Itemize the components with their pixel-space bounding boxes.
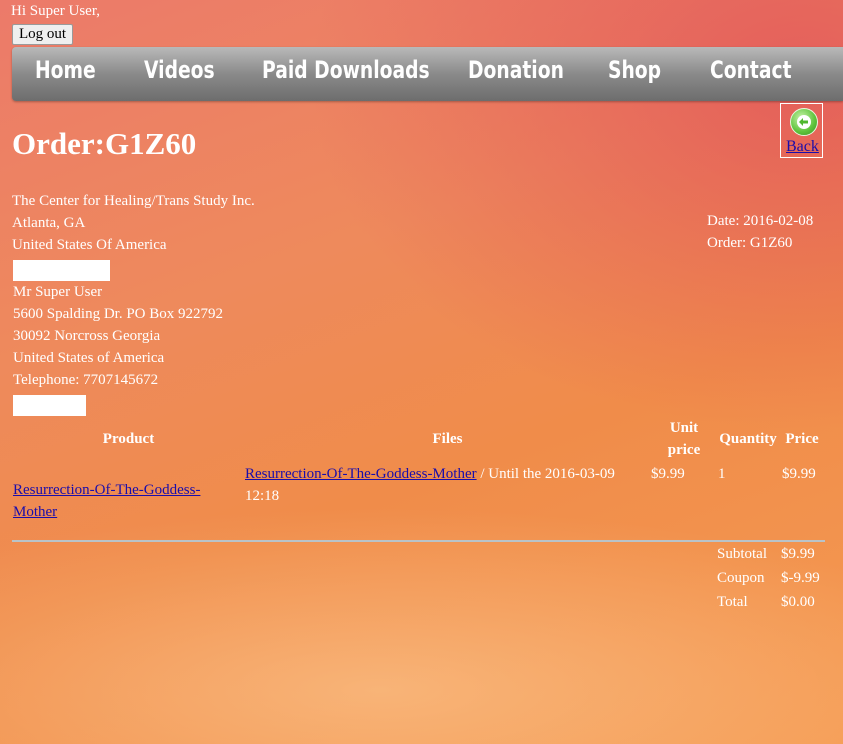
blank-field (13, 260, 110, 281)
page-title: Order:G1Z60 (12, 126, 197, 161)
buyer-city: 30092 Norcross Georgia (13, 328, 161, 344)
product-link-line1[interactable]: Resurrection-Of-The-Goddess- (13, 482, 200, 499)
seller-country: United States Of America (12, 237, 167, 253)
order-number: Order: G1Z60 (707, 235, 793, 251)
nav-item-shop[interactable]: Shop (608, 56, 661, 84)
header-product: Product (102, 431, 155, 447)
coupon-label: Coupon (717, 570, 765, 586)
divider (12, 540, 825, 542)
back-link[interactable]: Back (786, 138, 819, 156)
file-expiry-text: / Until the 2016-03-09 (476, 466, 615, 482)
subtotal-value: $9.99 (781, 546, 815, 562)
nav-item-contact[interactable]: Contact (710, 56, 792, 84)
logout-button[interactable]: Log out (12, 24, 74, 45)
nav-item-home[interactable]: Home (35, 56, 96, 84)
nav-item-videos[interactable]: Videos (144, 56, 215, 84)
header-price: Price (785, 431, 819, 447)
nav-item-donation[interactable]: Donation (468, 56, 564, 84)
file-cell: Resurrection-Of-The-Goddess-Mother / Unt… (245, 466, 615, 483)
header-files: Files (432, 431, 463, 447)
buyer-street: 5600 Spalding Dr. PO Box 922792 (13, 306, 224, 322)
unit-price-value: $9.99 (651, 466, 685, 482)
file-link[interactable]: Resurrection-Of-The-Goddess-Mother (245, 466, 477, 482)
seller-city: Atlanta, GA (12, 215, 86, 231)
order-date: Date: 2016-02-08 (707, 213, 814, 229)
buyer-country: United States of America (13, 350, 165, 366)
greeting-text: Hi Super User, (11, 3, 100, 19)
nav-item-paid-downloads[interactable]: Paid Downloads (262, 56, 430, 84)
price-value: $9.99 (782, 466, 816, 482)
seller-name: The Center for Healing/Trans Study Inc. (12, 193, 255, 209)
total-label: Total (717, 594, 748, 610)
product-link-line2[interactable]: Mother (13, 504, 57, 521)
quantity-value: 1 (718, 466, 726, 482)
header-unit-price-line1: Unit (669, 420, 699, 436)
file-expiry-time: 12:18 (245, 488, 280, 504)
header-unit-price-line2: price (667, 442, 701, 458)
main-nav: Home Videos Paid Downloads Donation Shop… (12, 47, 843, 101)
total-value: $0.00 (781, 594, 815, 610)
coupon-value: $-9.99 (781, 570, 820, 586)
subtotal-label: Subtotal (717, 546, 768, 562)
buyer-name: Mr Super User (13, 284, 103, 300)
header-quantity: Quantity (719, 431, 777, 447)
back-arrow-icon (790, 108, 818, 136)
buyer-phone: Telephone: 7707145672 (13, 372, 159, 388)
back-button[interactable]: Back (780, 103, 823, 158)
blank-field (13, 395, 86, 416)
